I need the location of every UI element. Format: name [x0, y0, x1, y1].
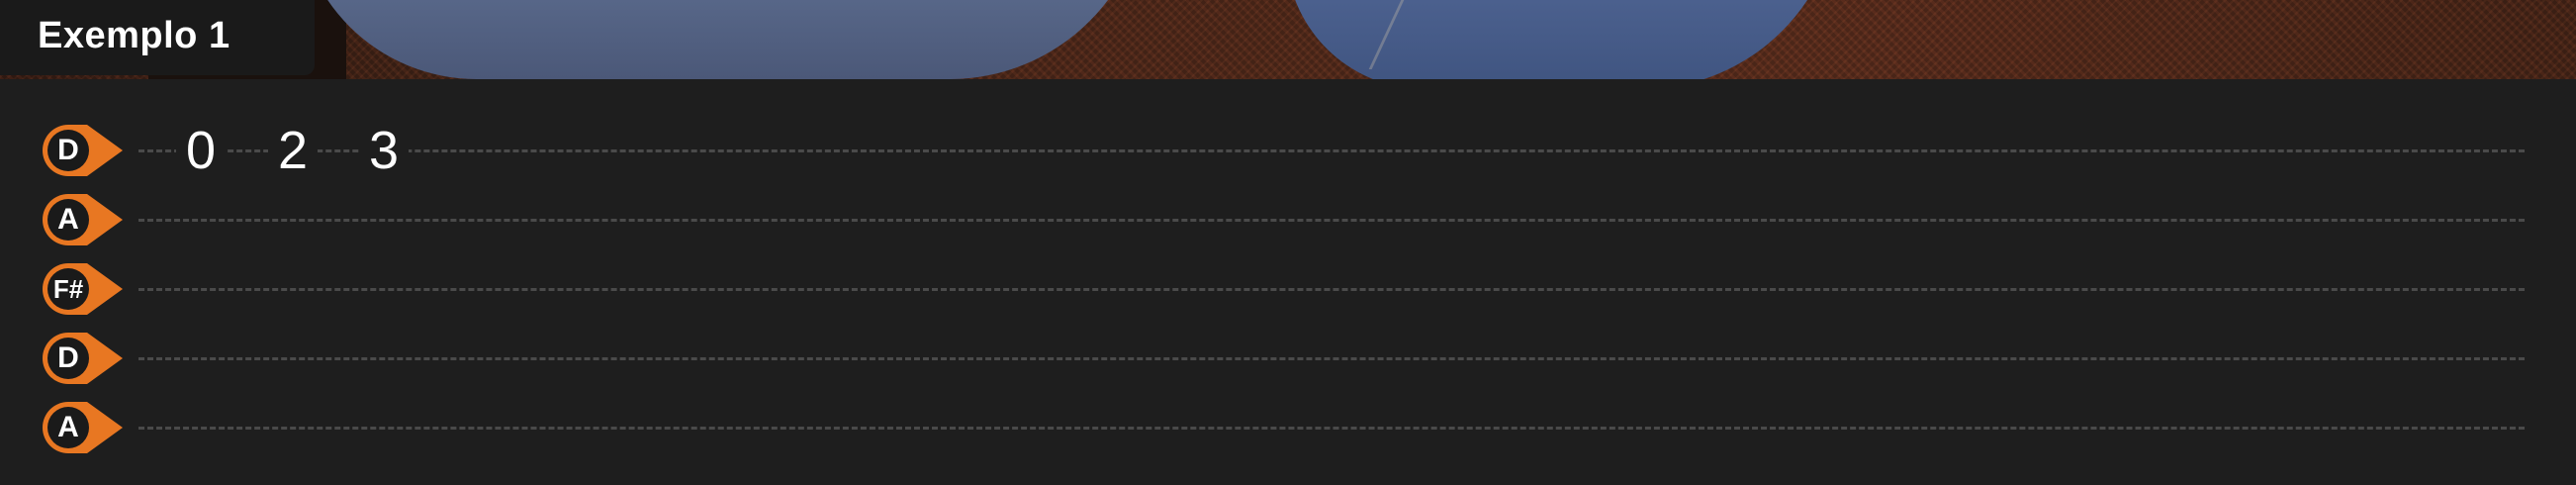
string-note: D: [57, 134, 79, 166]
string-line-5: [138, 427, 2525, 430]
string-label-3[interactable]: F#: [40, 259, 127, 319]
string-line-4: [138, 357, 2525, 360]
string-line-2: [138, 219, 2525, 222]
string-line-1: [138, 149, 2525, 152]
fret-note[interactable]: 3: [359, 116, 409, 185]
tablature: D A F# D A 0 2 3: [0, 79, 2576, 485]
string-label-1[interactable]: D: [40, 121, 127, 180]
video-preview[interactable]: [0, 0, 2576, 79]
tab-player: Exemplo 1 D A F# D A 0 2 3: [0, 0, 2576, 485]
string-label-2[interactable]: A: [40, 190, 127, 249]
string-label-5[interactable]: A: [40, 398, 127, 457]
string-label-4[interactable]: D: [40, 329, 127, 388]
fret-note[interactable]: 0: [176, 116, 226, 185]
string-note: D: [57, 341, 79, 374]
string-note: A: [57, 411, 79, 443]
string-line-3: [138, 288, 2525, 291]
fret-note[interactable]: 2: [268, 116, 318, 185]
string-note: F#: [52, 274, 84, 304]
string-note: A: [57, 203, 79, 236]
example-title-tab: Exemplo 1: [0, 0, 315, 75]
example-title: Exemplo 1: [38, 15, 230, 56]
